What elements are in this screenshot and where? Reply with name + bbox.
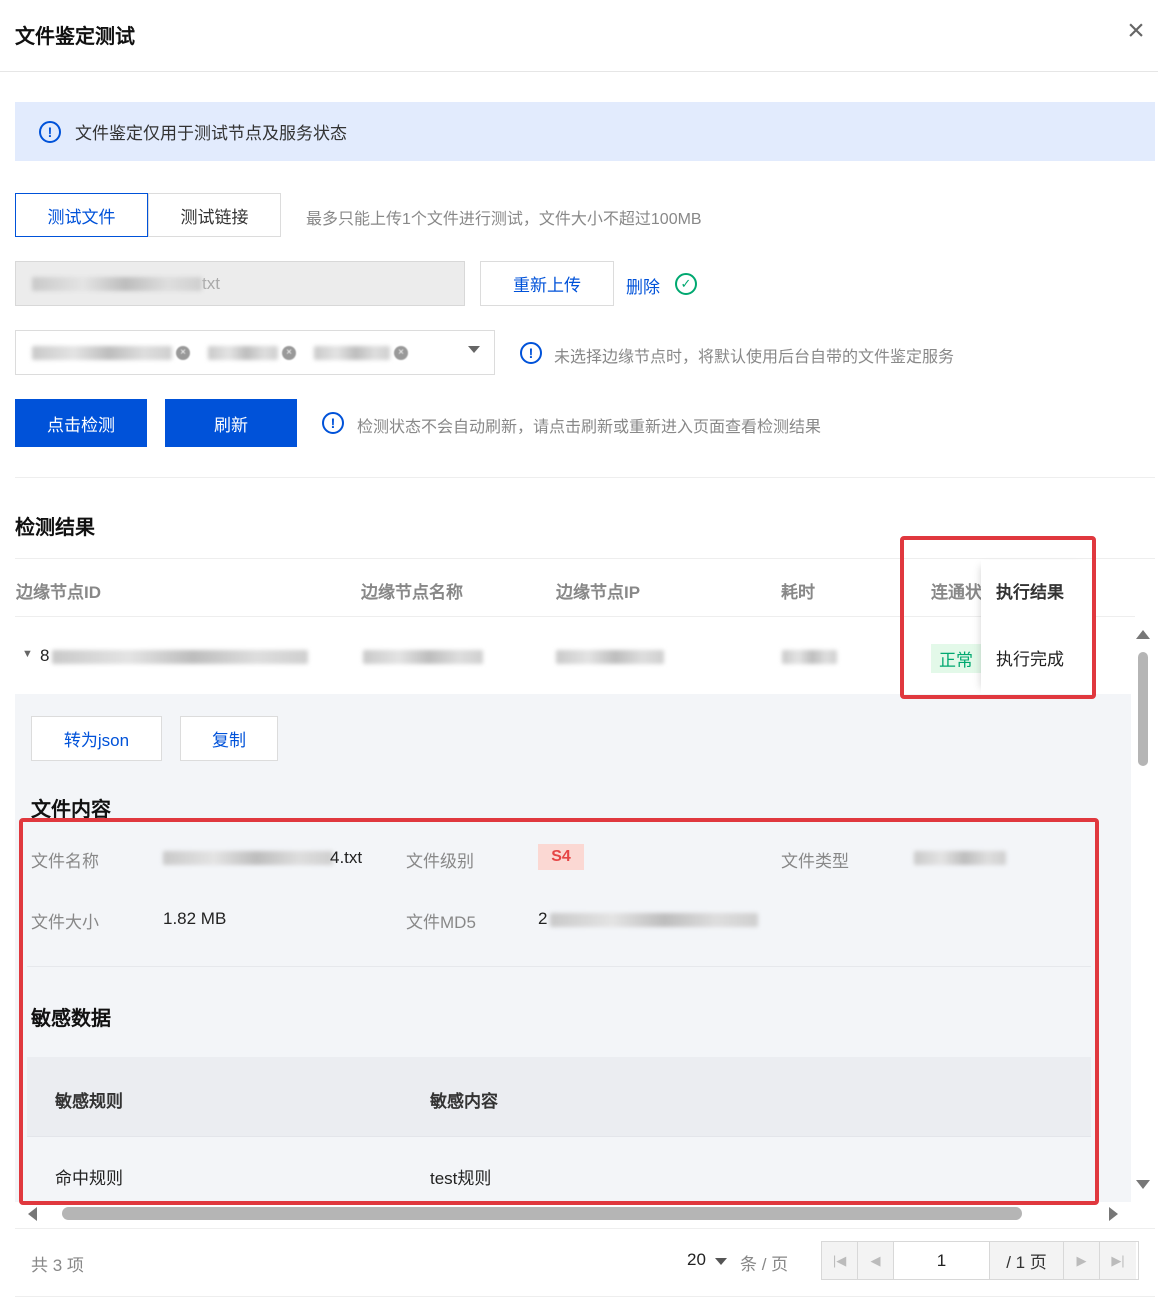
- page-size-unit: 条 / 页: [740, 1255, 789, 1274]
- file-size-label: 文件大小: [31, 913, 99, 932]
- col-duration: 耗时: [781, 583, 815, 602]
- chip-close-icon[interactable]: ×: [394, 345, 408, 360]
- upload-hint: 最多只能上传1个文件进行测试，文件大小不超过100MB: [306, 211, 702, 228]
- node-id-prefix: 8: [40, 646, 50, 665]
- delete-link[interactable]: 删除: [626, 273, 660, 298]
- detail-divider: [27, 966, 1091, 967]
- file-content-title: 文件内容: [31, 799, 111, 821]
- scroll-left-icon[interactable]: [28, 1207, 37, 1221]
- horizontal-scroll-thumb[interactable]: [62, 1207, 1022, 1220]
- sensitive-rule-value: 命中规则: [55, 1169, 123, 1188]
- sensitive-table-header: [27, 1057, 1091, 1136]
- chevron-down-icon[interactable]: [468, 346, 480, 353]
- total-pages: / 1 页: [990, 1242, 1064, 1279]
- next-page-icon: ▶: [1076, 1252, 1087, 1268]
- results-title: 检测结果: [15, 517, 95, 539]
- prev-page-icon: ◀: [870, 1252, 881, 1268]
- expand-icon[interactable]: ▼: [22, 648, 33, 660]
- col-node-name: 边缘节点名称: [361, 583, 463, 602]
- col-node-ip: 边缘节点IP: [556, 583, 641, 602]
- close-icon[interactable]: ×: [1122, 16, 1150, 46]
- node-select-hint: 未选择边缘节点时，将默认使用后台自带的文件鉴定服务: [554, 349, 955, 366]
- file-size-value: 1.82 MB: [163, 909, 227, 928]
- file-name-field: txt: [15, 261, 465, 306]
- file-name-blurred: [32, 276, 202, 291]
- node-chip[interactable]: ×: [314, 345, 408, 360]
- tab-test-link[interactable]: 测试链接: [148, 193, 281, 237]
- total-count: 共 3 项: [31, 1256, 84, 1275]
- copy-button[interactable]: 复制: [180, 716, 278, 761]
- node-chip[interactable]: ×: [32, 345, 190, 360]
- check-circle-icon: ✓: [675, 273, 697, 295]
- file-name-suffix: txt: [202, 273, 220, 293]
- col-sensitive-content: 敏感内容: [430, 1092, 498, 1111]
- dialog-title: 文件鉴定测试: [15, 26, 135, 48]
- info-icon: !: [39, 120, 61, 143]
- sensitive-data-title: 敏感数据: [31, 1008, 111, 1030]
- first-page-icon: |◀: [832, 1252, 847, 1268]
- file-name-suffix: 4.txt: [330, 848, 363, 867]
- header-bottom-border: [15, 616, 1135, 617]
- file-level-label: 文件级别: [406, 852, 474, 871]
- scroll-right-icon[interactable]: [1109, 1207, 1118, 1221]
- chip-close-icon[interactable]: ×: [282, 345, 296, 360]
- info-icon: !: [520, 342, 542, 364]
- file-name-blurred: [163, 851, 333, 865]
- node-chip[interactable]: ×: [208, 345, 296, 360]
- alert-text: 文件鉴定仅用于测试节点及服务状态: [75, 124, 347, 143]
- scroll-up-icon[interactable]: [1136, 630, 1150, 639]
- page-size-value[interactable]: 20: [687, 1250, 706, 1270]
- last-page-button[interactable]: ▶|: [1100, 1242, 1136, 1279]
- info-alert: ! 文件鉴定仅用于测试节点及服务状态: [15, 102, 1155, 161]
- table-top-border: [15, 558, 1155, 559]
- chip-close-icon[interactable]: ×: [176, 345, 190, 360]
- reupload-button[interactable]: 重新上传: [480, 261, 614, 306]
- node-name-blurred: [363, 650, 483, 664]
- section-divider: [15, 477, 1155, 478]
- file-name-label: 文件名称: [31, 852, 99, 871]
- bottom-border: [15, 1296, 1155, 1297]
- status-badge: 正常: [931, 644, 981, 673]
- file-type-blurred: [914, 851, 1006, 865]
- refresh-hint: 检测状态不会自动刷新，请点击刷新或重新进入页面查看检测结果: [357, 419, 822, 436]
- node-id-blurred: [52, 650, 308, 664]
- page-input[interactable]: 1: [894, 1242, 990, 1279]
- next-page-button[interactable]: ▶: [1064, 1242, 1100, 1279]
- file-md5-label: 文件MD5: [406, 913, 476, 932]
- duration-blurred: [782, 650, 837, 664]
- col-node-id: 边缘节点ID: [16, 583, 101, 602]
- header-divider: [0, 71, 1158, 72]
- pagination: |◀ ◀ 1 / 1 页 ▶ ▶|: [821, 1241, 1139, 1280]
- page-size-caret-icon[interactable]: [715, 1258, 727, 1265]
- file-level-badge: S4: [538, 844, 584, 870]
- col-sensitive-rule: 敏感规则: [55, 1092, 123, 1111]
- file-md5-prefix: 2: [538, 909, 548, 928]
- edge-node-select[interactable]: × × ×: [15, 330, 495, 375]
- tab-test-file[interactable]: 测试文件: [15, 193, 148, 237]
- footer-divider: [15, 1228, 1155, 1229]
- col-connectivity: 连通状: [931, 583, 981, 602]
- sensitive-content-value: test规则: [430, 1169, 492, 1188]
- node-ip-blurred: [556, 650, 664, 664]
- first-page-button[interactable]: |◀: [822, 1242, 858, 1279]
- file-md5-blurred: [550, 913, 758, 927]
- last-page-icon: ▶|: [1111, 1252, 1125, 1268]
- detect-button[interactable]: 点击检测: [15, 399, 147, 447]
- prev-page-button[interactable]: ◀: [858, 1242, 894, 1279]
- file-type-label: 文件类型: [781, 852, 849, 871]
- vertical-scroll-thumb[interactable]: [1138, 652, 1148, 766]
- scroll-down-icon[interactable]: [1136, 1180, 1150, 1189]
- exec-result-value: 执行完成: [996, 650, 1064, 669]
- info-icon: !: [322, 412, 344, 434]
- sensitive-row-divider: [27, 1136, 1091, 1137]
- refresh-button[interactable]: 刷新: [165, 399, 297, 447]
- to-json-button[interactable]: 转为json: [31, 716, 162, 761]
- col-exec-result: 执行结果: [996, 583, 1064, 602]
